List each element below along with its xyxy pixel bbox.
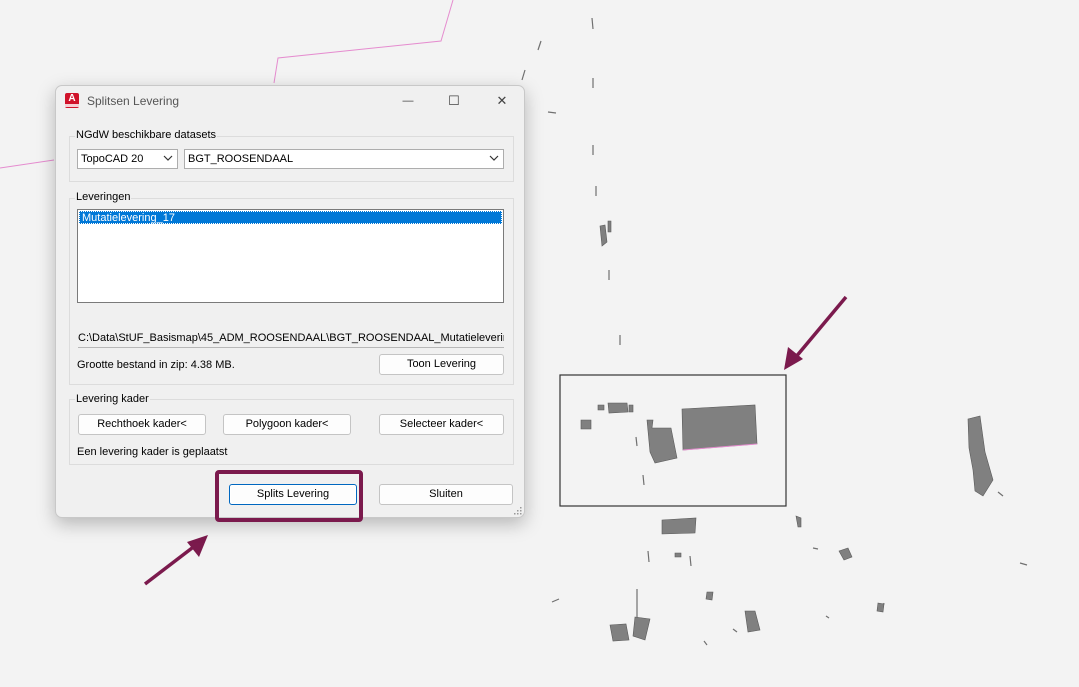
map-buildings (580, 220, 994, 642)
rechthoek-kader-button[interactable]: Rechthoek kader< (78, 414, 206, 435)
annotation-arrow (784, 295, 848, 370)
sluiten-button[interactable]: Sluiten (379, 484, 513, 505)
resize-grip-icon[interactable] (514, 507, 522, 515)
product-select-value: TopoCAD 20 (81, 153, 144, 165)
maximize-icon[interactable]: ☐ (440, 90, 468, 112)
list-item-selected[interactable]: Mutatielevering_17 (79, 211, 502, 224)
levering-path-field[interactable]: C:\Data\StUF_Basismap\45_ADM_ROOSENDAAL\… (78, 328, 504, 348)
annotation-highlight-box (215, 470, 363, 522)
close-icon[interactable]: ✕ (488, 90, 516, 112)
selecteer-kader-button[interactable]: Selecteer kader< (379, 414, 504, 435)
polygoon-kader-button[interactable]: Polygoon kader< (223, 414, 351, 435)
product-select[interactable]: TopoCAD 20 (77, 149, 178, 169)
chevron-down-icon (163, 155, 173, 161)
toon-levering-button[interactable]: Toon Levering (379, 354, 504, 375)
file-size-text: Grootte bestand in zip: 4.38 MB. (77, 359, 235, 371)
kader-status-text: Een levering kader is geplaatst (77, 446, 228, 458)
leveringen-listbox[interactable]: Mutatielevering_17 (77, 209, 504, 303)
splitsen-levering-dialog: A Splitsen Levering — ☐ ✕ NGdW beschikba… (55, 85, 525, 518)
parcel-boundary-line (273, 0, 454, 84)
title-bar[interactable]: A Splitsen Levering — ☐ ✕ (56, 86, 524, 116)
map-linework (521, 17, 1028, 646)
parcel-boundary-line (0, 159, 55, 169)
dataset-select-value: BGT_ROOSENDAAL (188, 153, 294, 165)
autocad-app-icon: A (65, 93, 79, 108)
minimize-icon[interactable]: — (394, 90, 422, 112)
annotation-arrow (143, 535, 208, 586)
dialog-title: Splitsen Levering (87, 94, 180, 108)
datasets-group-label: NGdW beschikbare datasets (75, 129, 218, 141)
kader-group-label: Levering kader (75, 393, 150, 405)
chevron-down-icon (489, 155, 499, 161)
dataset-select[interactable]: BGT_ROOSENDAAL (184, 149, 504, 169)
leveringen-group-label: Leveringen (75, 191, 132, 203)
